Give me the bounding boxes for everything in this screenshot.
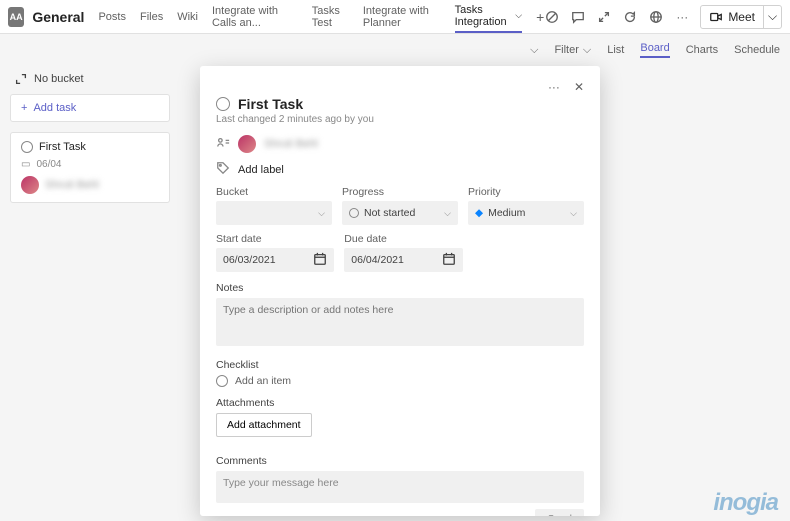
meet-dropdown[interactable]: ⌵ [763, 6, 781, 28]
filter-bar: ⌵ Filter ⌵ List Board Charts Schedule [0, 34, 790, 66]
priority-icon: ◆ [475, 207, 483, 219]
calendar-icon: ▭ [21, 159, 30, 170]
calendar-icon [442, 252, 456, 269]
refresh-icon[interactable] [622, 9, 638, 25]
meet-label: Meet [728, 10, 755, 24]
add-label-text: Add label [238, 164, 284, 176]
close-icon[interactable]: ✕ [574, 80, 584, 94]
bucket-select[interactable]: ⌵ [216, 201, 332, 225]
label-start-date: Start date [216, 233, 334, 245]
column-title: No bucket [34, 73, 84, 85]
more-icon[interactable]: ··· [674, 9, 690, 25]
progress-select[interactable]: Not started ⌵ [342, 201, 458, 225]
add-task-button[interactable]: + Add task [10, 94, 170, 122]
topbar-actions: ··· Meet ⌵ [544, 5, 782, 29]
tab-posts[interactable]: Posts [98, 0, 126, 33]
label-row[interactable]: Add label [216, 161, 584, 178]
video-icon [709, 10, 723, 24]
tab-tasks-integration[interactable]: Tasks Integration ⌵ [455, 0, 523, 33]
checkbox-icon [216, 375, 228, 387]
label-comments: Comments [216, 455, 584, 467]
label-progress: Progress [342, 186, 458, 198]
start-date-value: 06/03/2021 [223, 254, 276, 266]
chevron-down-icon: ⌵ [318, 208, 325, 219]
due-date-input[interactable]: 06/04/2021 [344, 248, 462, 272]
priority-value: Medium [488, 207, 525, 219]
tab-integrate-calls[interactable]: Integrate with Calls an... [212, 0, 298, 33]
comment-input[interactable]: Type your message here [216, 471, 584, 503]
task-assignee: Shruti Behl [45, 179, 99, 191]
last-changed: Last changed 2 minutes ago by you [216, 114, 584, 125]
tab-integrate-planner[interactable]: Integrate with Planner [363, 0, 441, 33]
tab-files[interactable]: Files [140, 0, 163, 33]
tab-strip: Posts Files Wiki Integrate with Calls an… [98, 0, 544, 33]
plus-icon: + [21, 102, 27, 114]
priority-select[interactable]: ◆ Medium ⌵ [468, 201, 584, 225]
checkbox-icon[interactable] [216, 97, 230, 111]
view-charts[interactable]: Charts [686, 44, 718, 56]
filter-label: Filter [554, 44, 578, 56]
channel-name: General [32, 9, 84, 25]
expand-icon [14, 72, 28, 86]
avatar [21, 176, 39, 194]
watermark: inogia [713, 489, 778, 517]
start-date-input[interactable]: 06/03/2021 [216, 248, 334, 272]
add-item-placeholder: Add an item [235, 375, 291, 387]
task-title[interactable]: First Task [238, 96, 303, 112]
circle-icon [349, 208, 359, 218]
dropdown-unknown[interactable]: ⌵ [530, 44, 538, 57]
chevron-down-icon: ⌵ [515, 10, 522, 21]
assignee-name: Shruti Behl [264, 138, 318, 150]
chevron-down-icon: ⌵ [570, 208, 577, 219]
label-due-date: Due date [344, 233, 462, 245]
meet-button[interactable]: Meet ⌵ [700, 5, 782, 29]
chevron-down-icon: ⌵ [444, 208, 451, 219]
checklist-add-item[interactable]: Add an item [216, 375, 584, 387]
column-no-bucket: No bucket + Add task First Task ▭ 06/04 … [10, 70, 170, 203]
view-list[interactable]: List [607, 44, 624, 56]
no-entry-icon[interactable] [544, 9, 560, 25]
filter-button[interactable]: Filter ⌵ [554, 44, 591, 57]
task-due: 06/04 [36, 159, 61, 170]
send-button[interactable]: Send [535, 509, 584, 516]
task-title: First Task [39, 141, 86, 153]
view-schedule[interactable]: Schedule [734, 44, 780, 56]
assign-row[interactable]: Shruti Behl [216, 135, 584, 153]
chevron-down-icon: ⌵ [583, 44, 591, 57]
label-checklist: Checklist [216, 359, 584, 371]
label-notes: Notes [216, 282, 584, 294]
assign-icon [216, 136, 230, 153]
tab-tasks-test[interactable]: Tasks Test [312, 0, 349, 33]
task-detail-modal: ··· ✕ First Task Last changed 2 minutes … [200, 66, 600, 516]
column-header[interactable]: No bucket [10, 70, 170, 88]
add-attachment-button[interactable]: Add attachment [216, 413, 312, 437]
label-priority: Priority [468, 186, 584, 198]
top-bar: AA General Posts Files Wiki Integrate wi… [0, 0, 790, 34]
more-icon[interactable]: ··· [548, 80, 560, 94]
due-date-value: 06/04/2021 [351, 254, 404, 266]
add-tab-button[interactable]: + [536, 9, 544, 25]
expand-icon[interactable] [596, 9, 612, 25]
tab-wiki[interactable]: Wiki [177, 0, 198, 33]
label-attachments: Attachments [216, 397, 584, 409]
checkbox-icon[interactable] [21, 141, 33, 153]
add-task-label: Add task [33, 102, 76, 114]
progress-value: Not started [364, 207, 415, 219]
chat-icon[interactable] [570, 9, 586, 25]
task-card[interactable]: First Task ▭ 06/04 Shruti Behl [10, 132, 170, 203]
view-board[interactable]: Board [640, 42, 669, 58]
label-bucket: Bucket [216, 186, 332, 198]
tag-icon [216, 161, 230, 178]
tab-label: Tasks Integration [455, 4, 513, 28]
avatar [238, 135, 256, 153]
notes-input[interactable] [216, 298, 584, 346]
globe-icon[interactable] [648, 9, 664, 25]
channel-avatar: AA [8, 7, 24, 27]
calendar-icon [313, 252, 327, 269]
